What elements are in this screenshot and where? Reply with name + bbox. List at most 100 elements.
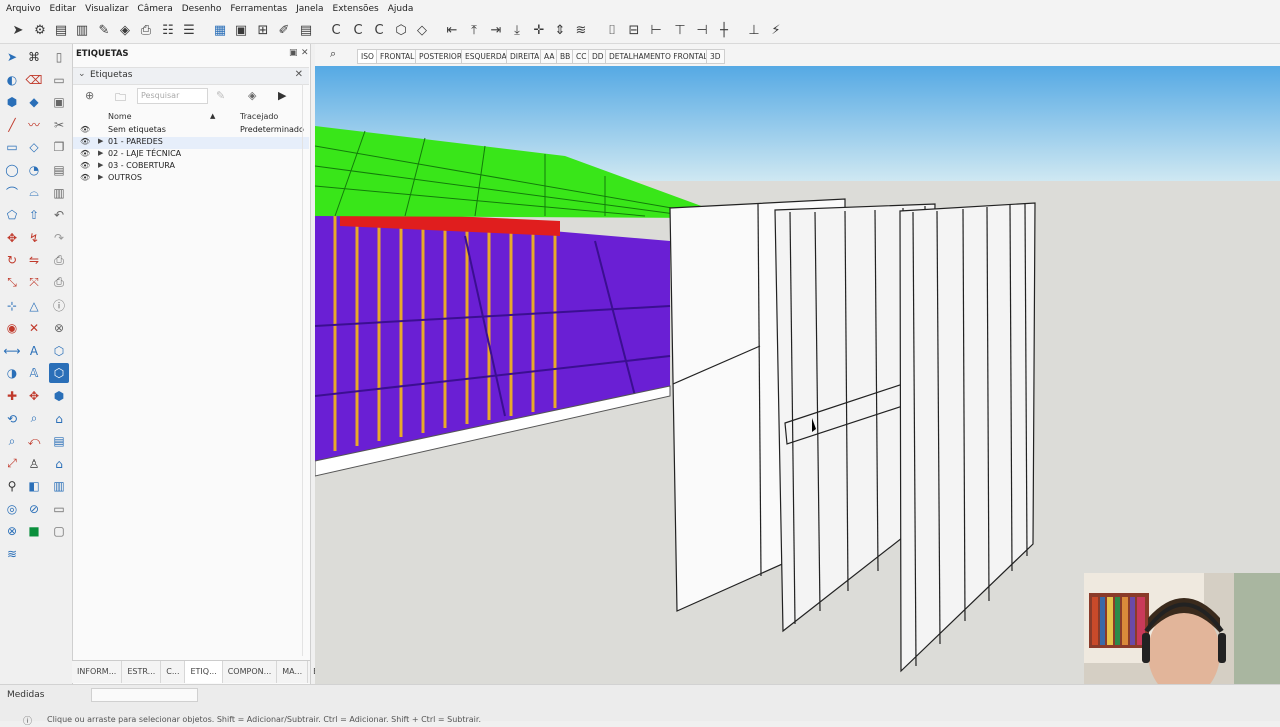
menu-janela[interactable]: Janela (290, 4, 326, 14)
close-tray-icon[interactable]: ✕ (301, 48, 309, 58)
freehand-tool-icon[interactable]: 〰 (24, 115, 44, 135)
distribute-icon[interactable]: ≋ (573, 22, 589, 38)
component-icon[interactable]: ⚙ (32, 22, 48, 38)
col-name[interactable]: Nome (108, 112, 132, 121)
sort-icon[interactable]: ▲ (210, 112, 215, 120)
profile-c3-icon[interactable]: C (371, 22, 387, 38)
stud-icon[interactable]: ⊢ (648, 22, 664, 38)
save-icon[interactable]: ▣ (49, 92, 69, 112)
menu-camera[interactable]: Câmera (131, 4, 175, 14)
info-icon[interactable]: ⓘ (49, 296, 69, 316)
list-icon[interactable]: ☷ (160, 22, 176, 38)
folder-icon[interactable]: ▭ (49, 70, 69, 90)
scene-tab[interactable]: ISO (357, 49, 378, 64)
undo-icon[interactable]: ↶ (49, 205, 69, 225)
stamp-tool-icon[interactable]: ■ (24, 521, 44, 541)
eraser-tool-icon[interactable]: ⌫ (24, 70, 44, 90)
menu-visualizar[interactable]: Visualizar (79, 4, 131, 14)
right-view-icon[interactable]: ▤ (49, 431, 69, 451)
pan-tool-icon[interactable]: ✥ (24, 386, 44, 406)
tag-row[interactable]: 👁 ▶ OUTROS (73, 173, 309, 185)
profile-c-icon[interactable]: C (328, 22, 344, 38)
eye-icon[interactable]: 👁 (80, 149, 90, 158)
center-h-icon[interactable]: ✛ (531, 22, 547, 38)
join-icon[interactable]: ⊣ (694, 22, 710, 38)
tray-scrollbar[interactable] (302, 84, 309, 656)
intersect-tool-icon[interactable]: ✕ (24, 318, 44, 338)
paste-icon[interactable]: ▤ (49, 160, 69, 180)
menu-arquivo[interactable]: Arquivo (0, 4, 43, 14)
scene-tab[interactable]: 3D (706, 49, 725, 64)
eye-icon[interactable]: 👁 (80, 161, 90, 170)
col-dash[interactable]: Tracejado (240, 112, 278, 121)
scene-tab[interactable]: DIREITA (506, 49, 544, 64)
tee-icon[interactable]: ⊤ (672, 22, 688, 38)
back-view-icon[interactable]: ⌂ (49, 454, 69, 474)
zoom-window-icon[interactable]: ⌕ (24, 409, 44, 429)
pie-tool-icon[interactable]: ◔ (24, 160, 44, 180)
left-view-icon[interactable]: ▥ (49, 476, 69, 496)
measurements-input[interactable] (91, 688, 198, 702)
page-icon[interactable]: ▯ (49, 47, 69, 67)
expand-icon[interactable]: ▶ (98, 137, 103, 145)
followme-tool-icon[interactable]: ↯ (24, 228, 44, 248)
section-etiquetas[interactable]: ⌄ Etiquetas ✕ (73, 67, 309, 85)
grid-icon[interactable]: ▦ (212, 22, 228, 38)
tab-components[interactable]: COMPON... (223, 661, 278, 683)
move-tool-icon[interactable]: ✥ (2, 228, 22, 248)
paint-bucket-icon[interactable]: ◐ (2, 70, 22, 90)
align-right-icon[interactable]: ⇥ (488, 22, 504, 38)
triangle-tool-icon[interactable]: △ (24, 296, 44, 316)
axes-tool-icon[interactable]: ✚ (2, 386, 22, 406)
eye-icon[interactable]: 👁 (80, 125, 90, 134)
menu-extensoes[interactable]: Extensões (327, 4, 382, 14)
columns-icon[interactable]: ▥ (74, 22, 90, 38)
expand-icon[interactable]: ▶ (98, 149, 103, 157)
iso-view-icon[interactable]: ⬡ (49, 341, 69, 361)
polygon-tool-icon[interactable]: ⬠ (2, 205, 22, 225)
menu-editar[interactable]: Editar (43, 4, 79, 14)
tag-row[interactable]: 👁 ▶ 01 - PAREDES (73, 137, 309, 149)
3d-text-icon[interactable]: 𝔸 (24, 363, 44, 383)
line-tool-icon[interactable]: ╱ (2, 115, 22, 135)
tape-tool-icon[interactable]: ◉ (2, 318, 22, 338)
eye-icon[interactable]: 👁 (80, 173, 90, 182)
profile-c2-icon[interactable]: C (350, 22, 366, 38)
print2-icon[interactable]: ⎙ (49, 273, 69, 293)
tag-row[interactable]: 👁 ▶ 02 - LAJE TÉCNICA (73, 149, 309, 161)
print-icon[interactable]: ⎙ (138, 22, 154, 38)
menu-ajuda[interactable]: Ajuda (382, 4, 417, 14)
settings-list-icon[interactable]: ☰ (181, 22, 197, 38)
tab-c[interactable]: C... (161, 661, 186, 683)
stretch-tool-icon[interactable]: ⤧ (24, 273, 44, 293)
zoom-extents-icon[interactable]: ⤢ (2, 454, 22, 474)
cut-icon[interactable]: ✂ (49, 115, 69, 135)
eye-icon[interactable]: 👁 (80, 137, 90, 146)
rectangle-tool-icon[interactable]: ▭ (2, 137, 22, 157)
bracket-icon[interactable]: ⌷ (604, 22, 620, 38)
rotate-tool-icon[interactable]: ↻ (2, 250, 22, 270)
top-view-icon[interactable]: ⬢ (49, 386, 69, 406)
tag-row[interactable]: 👁 ▶ 03 - COBERTURA (73, 161, 309, 173)
outliner-icon[interactable]: ▤ (53, 22, 69, 38)
text-tool-icon[interactable]: A (24, 341, 44, 361)
arc3-tool-icon[interactable]: ⌓ (24, 183, 44, 203)
xray-icon[interactable]: ▭ (49, 499, 69, 519)
flip-tool-icon[interactable]: ⇋ (24, 250, 44, 270)
scene-tab[interactable]: FRONTAL (376, 49, 419, 64)
tab-tags[interactable]: ETIQ... (185, 661, 223, 683)
menu-desenho[interactable]: Desenho (176, 4, 225, 14)
walk-tool-icon[interactable]: ⚲ (2, 476, 22, 496)
tab-structure[interactable]: ESTR... (122, 661, 162, 683)
zoom-tool-icon[interactable]: ⌕ (2, 431, 22, 451)
rotated-rect-icon[interactable]: ◇ (24, 137, 44, 157)
align-left-icon[interactable]: ⇤ (444, 22, 460, 38)
lasso-tool-icon[interactable]: ⌘ (24, 47, 44, 67)
add-folder-icon[interactable]: 🗀 (115, 89, 126, 108)
select-tool-icon[interactable]: ➤ (2, 47, 22, 67)
cross-icon[interactable]: ┼ (716, 22, 732, 38)
select-icon[interactable]: ➤ (10, 22, 26, 38)
previous-view-icon[interactable]: ⤺ (24, 431, 44, 451)
export-icon[interactable]: ⊞ (255, 22, 271, 38)
dimension-tool-icon[interactable]: ⟷ (2, 341, 22, 361)
